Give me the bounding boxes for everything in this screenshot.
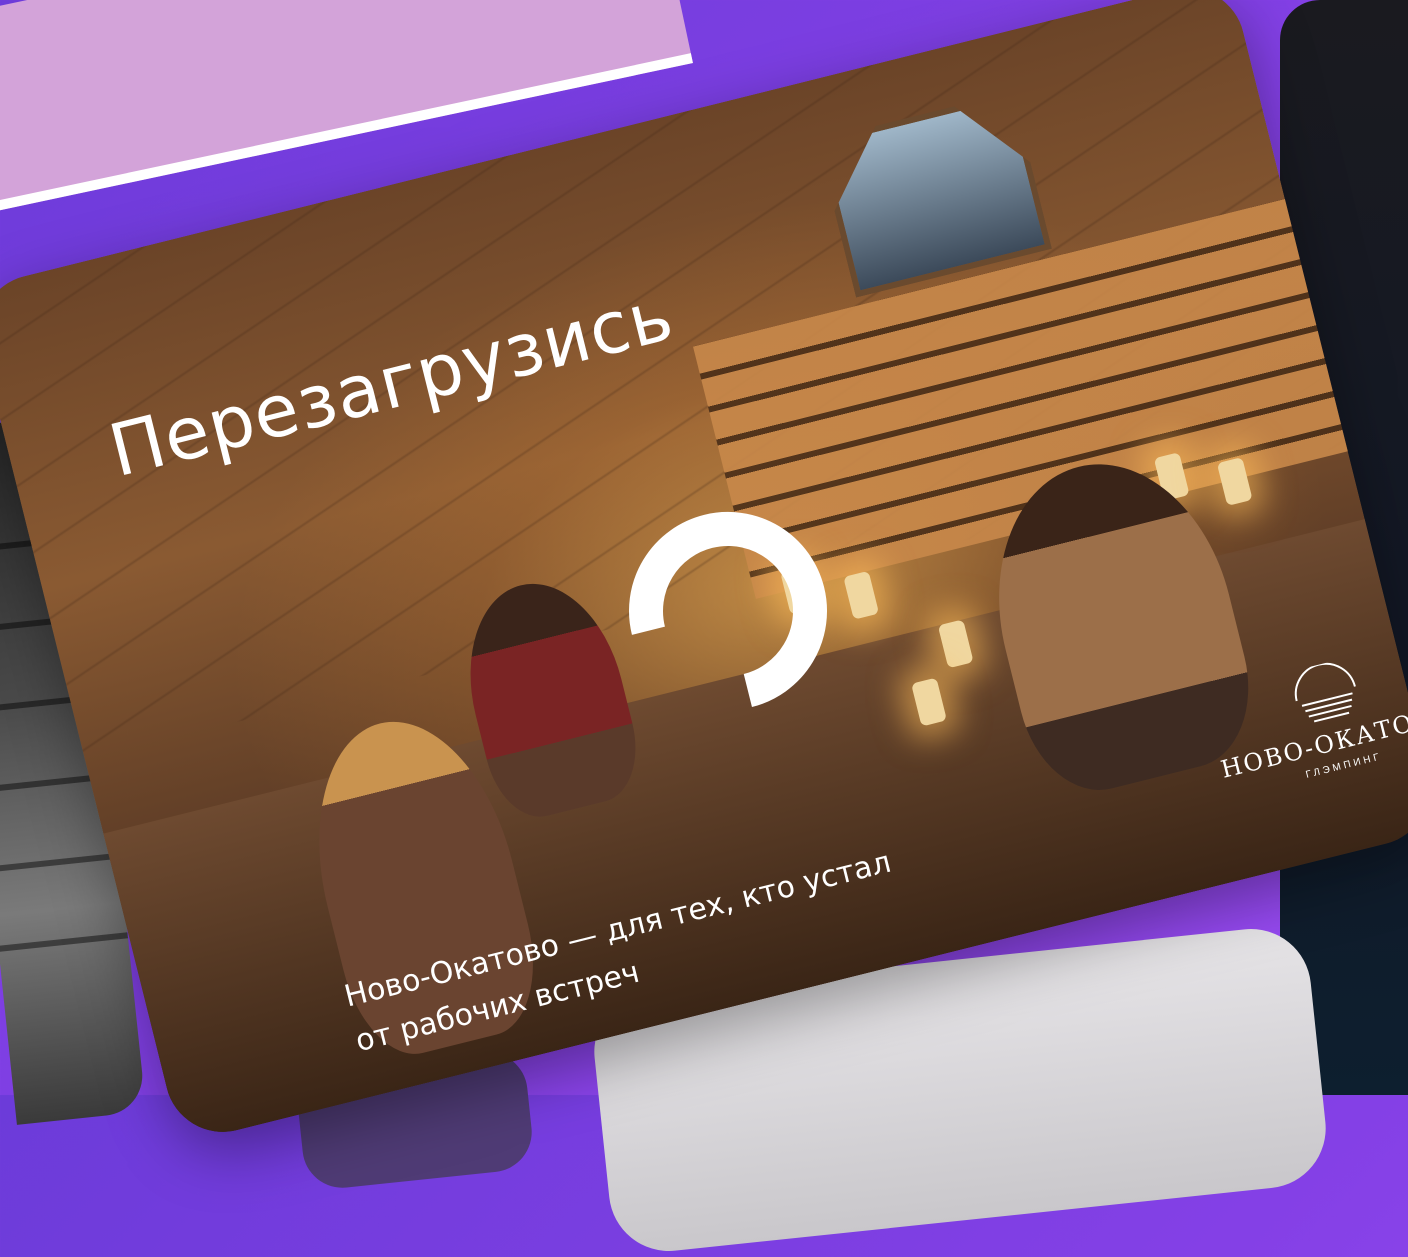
candle <box>843 570 880 620</box>
